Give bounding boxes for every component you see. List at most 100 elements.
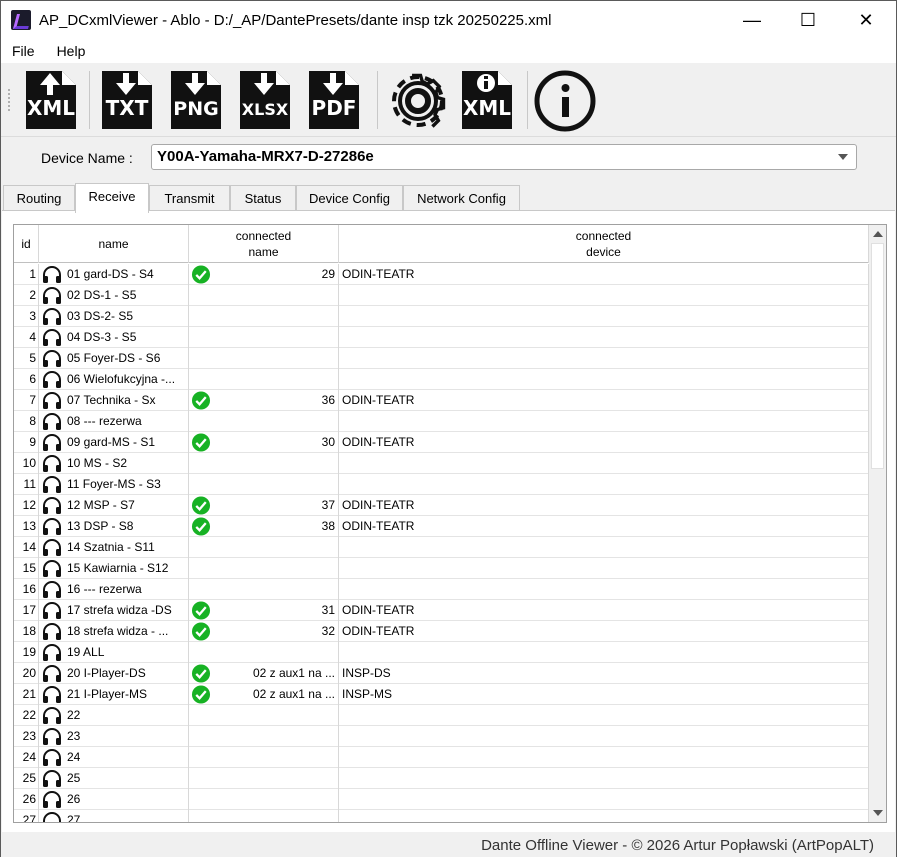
- export-png-button[interactable]: PNG: [165, 67, 227, 133]
- table-row[interactable]: 6 06 Wielofukcyjna -...: [14, 369, 869, 390]
- xml-info-button[interactable]: XML: [456, 67, 518, 133]
- export-xlsx-button[interactable]: XLSX: [234, 67, 296, 133]
- settings-button[interactable]: [386, 67, 448, 133]
- table-row[interactable]: 2 02 DS-1 - S5: [14, 285, 869, 306]
- row-name-cell: 02 DS-1 - S5: [39, 285, 189, 306]
- header-id[interactable]: id: [14, 225, 39, 263]
- table-row[interactable]: 24 24: [14, 747, 869, 768]
- table-row[interactable]: 9 09 gard-MS - S1 30 ODIN-TEATR: [14, 432, 869, 453]
- table-row[interactable]: 14 14 Szatnia - S11: [14, 537, 869, 558]
- table-row[interactable]: 18 18 strefa widza - ... 32 ODIN-TEATR: [14, 621, 869, 642]
- device-name-value: Y00A-Yamaha-MRX7-D-27286e: [157, 148, 374, 165]
- row-name-cell: 27: [39, 810, 189, 822]
- export-txt-icon: TXT: [102, 71, 152, 129]
- row-connected-name-cell: [189, 348, 339, 369]
- table-header: id name connected name connected device: [14, 225, 869, 263]
- maximize-button[interactable]: ☐: [779, 1, 837, 39]
- vertical-scrollbar[interactable]: [869, 225, 886, 822]
- export-txt-button[interactable]: TXT: [96, 67, 158, 133]
- tab-transmit[interactable]: Transmit: [149, 185, 230, 212]
- headphones-icon: [41, 433, 63, 452]
- row-connected-device: ODIN-TEATR: [339, 264, 869, 285]
- table-row[interactable]: 17 17 strefa widza -DS 31 ODIN-TEATR: [14, 600, 869, 621]
- headphones-icon: [41, 706, 63, 725]
- row-name: 12 MSP - S7: [67, 498, 135, 512]
- receive-table: id name connected name connected device …: [13, 224, 887, 823]
- table-row[interactable]: 10 10 MS - S2: [14, 453, 869, 474]
- tab-status[interactable]: Status: [230, 185, 296, 212]
- table-row[interactable]: 3 03 DS-2- S5: [14, 306, 869, 327]
- table-row[interactable]: 27 27: [14, 810, 869, 822]
- table-row[interactable]: 5 05 Foyer-DS - S6: [14, 348, 869, 369]
- table-row[interactable]: 13 13 DSP - S8 38 ODIN-TEATR: [14, 516, 869, 537]
- table-row[interactable]: 20 20 I-Player-DS 02 z aux1 na ... INSP-DS: [14, 663, 869, 684]
- toolbar-grip[interactable]: [7, 88, 11, 112]
- toolbar-separator: [377, 71, 378, 129]
- tab-receive[interactable]: Receive: [75, 183, 149, 213]
- headphones-icon: [41, 538, 63, 557]
- headphones-icon: [41, 601, 63, 620]
- status-text: Dante Offline Viewer - © 2026 Artur Popł…: [481, 837, 874, 854]
- about-button[interactable]: [533, 67, 596, 133]
- row-name-cell: 12 MSP - S7: [39, 495, 189, 516]
- device-name-dropdown[interactable]: Y00A-Yamaha-MRX7-D-27286e: [151, 144, 857, 170]
- row-name-cell: 09 gard-MS - S1: [39, 432, 189, 453]
- row-id: 11: [14, 474, 39, 495]
- table-row[interactable]: 23 23: [14, 726, 869, 747]
- table-row[interactable]: 8 08 --- rezerwa: [14, 411, 869, 432]
- headphones-icon: [41, 727, 63, 746]
- tab-routing[interactable]: Routing: [3, 185, 75, 212]
- export-xml-button[interactable]: XML: [20, 67, 82, 133]
- headphones-icon: [41, 496, 63, 515]
- export-pdf-button[interactable]: PDF: [303, 67, 365, 133]
- table-row[interactable]: 12 12 MSP - S7 37 ODIN-TEATR: [14, 495, 869, 516]
- close-button[interactable]: ✕: [837, 1, 895, 39]
- svg-text:XML: XML: [27, 96, 75, 120]
- table-row[interactable]: 7 07 Technika - Sx 36 ODIN-TEATR: [14, 390, 869, 411]
- table-row[interactable]: 16 16 --- rezerwa: [14, 579, 869, 600]
- row-id: 26: [14, 789, 39, 810]
- row-connected-name-cell: [189, 537, 339, 558]
- about-info-icon: [534, 70, 596, 132]
- row-name: 23: [67, 729, 81, 743]
- menu-help[interactable]: Help: [46, 43, 97, 59]
- row-name: 16 --- rezerwa: [67, 582, 142, 596]
- table-row[interactable]: 11 11 Foyer-MS - S3: [14, 474, 869, 495]
- table-row[interactable]: 25 25: [14, 768, 869, 789]
- table-row[interactable]: 19 19 ALL: [14, 642, 869, 663]
- header-name[interactable]: name: [39, 225, 189, 263]
- header-connected-name[interactable]: connected name: [189, 225, 339, 263]
- row-connected-name-cell: [189, 474, 339, 495]
- svg-text:PNG: PNG: [173, 98, 218, 120]
- header-connected-device[interactable]: connected device: [339, 225, 869, 263]
- chevron-down-icon[interactable]: [838, 154, 848, 160]
- table-row[interactable]: 26 26: [14, 789, 869, 810]
- title-bar[interactable]: AP_DCxmlViewer - Ablo - D:/_AP/DantePres…: [1, 1, 896, 39]
- table-row[interactable]: 1 01 gard-DS - S4 29 ODIN-TEATR: [14, 264, 869, 285]
- table-row[interactable]: 15 15 Kawiarnia - S12: [14, 558, 869, 579]
- row-name: 27: [67, 813, 81, 822]
- scrollbar-thumb[interactable]: [871, 243, 884, 469]
- scroll-up-arrow-icon[interactable]: [873, 231, 883, 237]
- row-id: 4: [14, 327, 39, 348]
- export-pdf-icon: PDF: [309, 71, 359, 129]
- headphones-icon: [41, 769, 63, 788]
- toolbar-separator: [527, 71, 528, 129]
- minimize-button[interactable]: —: [723, 1, 781, 39]
- window-title: AP_DCxmlViewer - Ablo - D:/_AP/DantePres…: [39, 11, 552, 29]
- menu-file[interactable]: File: [1, 43, 46, 59]
- row-id: 12: [14, 495, 39, 516]
- svg-text:PDF: PDF: [312, 96, 357, 120]
- headphones-icon: [41, 790, 63, 809]
- table-row[interactable]: 22 22: [14, 705, 869, 726]
- row-id: 19: [14, 642, 39, 663]
- scroll-down-arrow-icon[interactable]: [873, 810, 883, 816]
- tab-device-config[interactable]: Device Config: [296, 185, 403, 212]
- row-name-cell: 14 Szatnia - S11: [39, 537, 189, 558]
- row-connected-name-cell: [189, 327, 339, 348]
- row-connected-name-cell: 32: [189, 621, 339, 642]
- table-row[interactable]: 4 04 DS-3 - S5: [14, 327, 869, 348]
- tab-network-config[interactable]: Network Config: [403, 185, 520, 212]
- row-name: 05 Foyer-DS - S6: [67, 351, 161, 365]
- table-row[interactable]: 21 21 I-Player-MS 02 z aux1 na ... INSP-MS: [14, 684, 869, 705]
